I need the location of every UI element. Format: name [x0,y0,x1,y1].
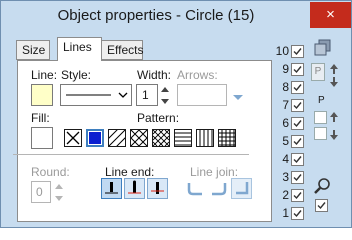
horizontal-lines-icon [199,130,213,146]
checkmark-icon [293,174,302,182]
width-spinner[interactable] [160,84,170,108]
pattern-grid-button[interactable] [218,129,236,147]
page-icon-top[interactable]: P [311,63,325,81]
layer-number: 10 [275,44,289,58]
line-color-swatch[interactable] [31,84,53,106]
layer-visible-checkbox[interactable] [291,171,304,184]
spinner-arrows-icon [161,87,169,104]
layer-visible-checkbox[interactable] [291,189,304,202]
pattern-diagonal-button[interactable] [108,129,126,147]
layer-number: 5 [282,134,289,148]
page-checkbox[interactable] [314,111,327,124]
spinner-arrows-icon [55,184,63,201]
arrow-down-icon[interactable] [329,76,339,91]
checkmark-icon [293,66,302,74]
layer-number: 3 [282,170,289,184]
layer-number: 2 [282,188,289,202]
checkmark-icon [293,102,302,110]
section-divider [13,154,249,155]
layer-visible-checkbox[interactable] [291,45,304,58]
checkmark-icon [293,138,302,146]
layer-visible-checkbox[interactable] [291,117,304,130]
magnifier-icon[interactable] [314,177,332,198]
tab-size[interactable]: Size [16,40,50,60]
style-label: Style: [61,68,92,82]
layer-number: 9 [282,62,289,76]
line-end-square-button[interactable] [147,178,168,199]
layer-number: 4 [282,152,289,166]
window-title: Object properties - Circle (15) [57,7,255,24]
round-label: Round: [31,165,70,179]
layer-number: 1 [282,206,289,220]
flat-end-icon [105,182,118,194]
pattern-solid-button[interactable] [86,129,104,147]
pattern-label: Pattern: [137,111,180,125]
round-input[interactable]: 0 [31,181,51,203]
miter-join-icon [236,182,249,195]
line-style-preview [66,92,128,98]
layer-visible-checkbox[interactable] [291,153,304,166]
line-join-label: Line join: [190,165,239,179]
line-end-label: Line end: [105,165,155,179]
line-style-select[interactable] [60,84,132,106]
tab-lines[interactable]: Lines [57,37,102,61]
fill-color-swatch[interactable] [31,127,53,149]
checkmark-icon [293,120,302,128]
line-end-round-button[interactable] [124,178,145,199]
width-label: Width: [137,68,172,82]
diagonal-up-icon [109,130,125,146]
title-bar[interactable]: Object properties - Circle (15) × [1,1,351,31]
dialog-window: Object properties - Circle (15) × Size L… [0,0,352,228]
arrows-select[interactable] [177,84,227,106]
grid-icon [219,130,235,146]
pattern-none-button[interactable] [64,129,82,147]
line-end-flat-button[interactable] [101,178,122,199]
fill-label: Fill: [31,111,50,125]
checkmark-icon [293,156,302,164]
layer-visible-checkbox[interactable] [291,135,304,148]
pattern-diagonal-cross-button[interactable] [130,129,148,147]
arrows-label: Arrows: [177,68,218,82]
checkmark-icon [293,192,302,200]
diagonal-cross-icon [131,130,147,146]
square-end-icon [151,182,164,194]
layer-number: 7 [282,98,289,112]
layers-icon[interactable] [314,39,332,60]
checkmark-icon [293,84,302,92]
layer-visible-checkbox[interactable] [291,207,304,220]
page-label-icon: P [318,95,325,106]
round-end-icon [128,180,141,194]
chevron-down-icon [232,91,244,105]
close-button[interactable]: × [310,2,351,28]
pattern-vertical-lines-button[interactable] [174,129,192,147]
arrow-down-icon[interactable] [329,129,339,144]
pattern-hatch-cross-button[interactable] [152,129,170,147]
line-join-bevel-button[interactable] [208,178,229,199]
pattern-horizontal-lines-button[interactable] [196,129,214,147]
solid-fill-icon [89,132,101,144]
line-label: Line: [31,68,58,82]
checkmark-icon [293,48,302,56]
layer-visible-checkbox[interactable] [291,63,304,76]
checkmark-icon [293,210,302,218]
show-all-checkbox[interactable] [315,199,328,212]
layer-visible-checkbox[interactable] [291,99,304,112]
round-spinner[interactable] [54,181,64,205]
hatch-cross-icon [153,130,169,146]
vertical-lines-icon [175,132,191,146]
arrow-up-icon[interactable] [329,111,339,126]
width-input[interactable]: 1 [136,84,158,106]
round-join-icon [187,183,202,196]
bevel-join-icon [212,183,227,196]
layer-number: 6 [282,116,289,130]
layer-number: 8 [282,80,289,94]
line-join-round-button[interactable] [185,178,206,199]
tab-effects[interactable]: Effects [101,40,143,60]
line-join-miter-button[interactable] [231,178,252,199]
layer-visible-checkbox[interactable] [291,81,304,94]
page-checkbox-2[interactable] [314,127,327,140]
none-pattern-icon [66,131,80,145]
